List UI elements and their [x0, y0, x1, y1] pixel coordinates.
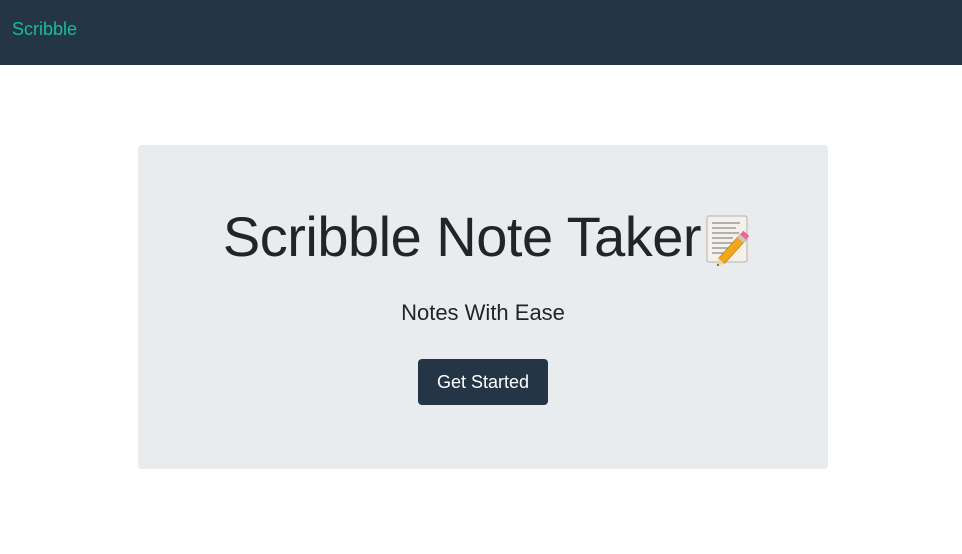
hero-title: Scribble Note Taker — [222, 205, 702, 268]
hero-title-row: Scribble Note Taker — [138, 205, 828, 268]
navbar: Scribble — [0, 0, 962, 65]
navbar-brand-link[interactable]: Scribble — [12, 19, 77, 40]
hero-panel: Scribble Note Taker Notes With Ease Get … — [138, 145, 828, 469]
get-started-button[interactable]: Get Started — [418, 359, 548, 405]
memo-icon — [705, 212, 753, 267]
hero-subtitle: Notes With Ease — [401, 300, 565, 325]
